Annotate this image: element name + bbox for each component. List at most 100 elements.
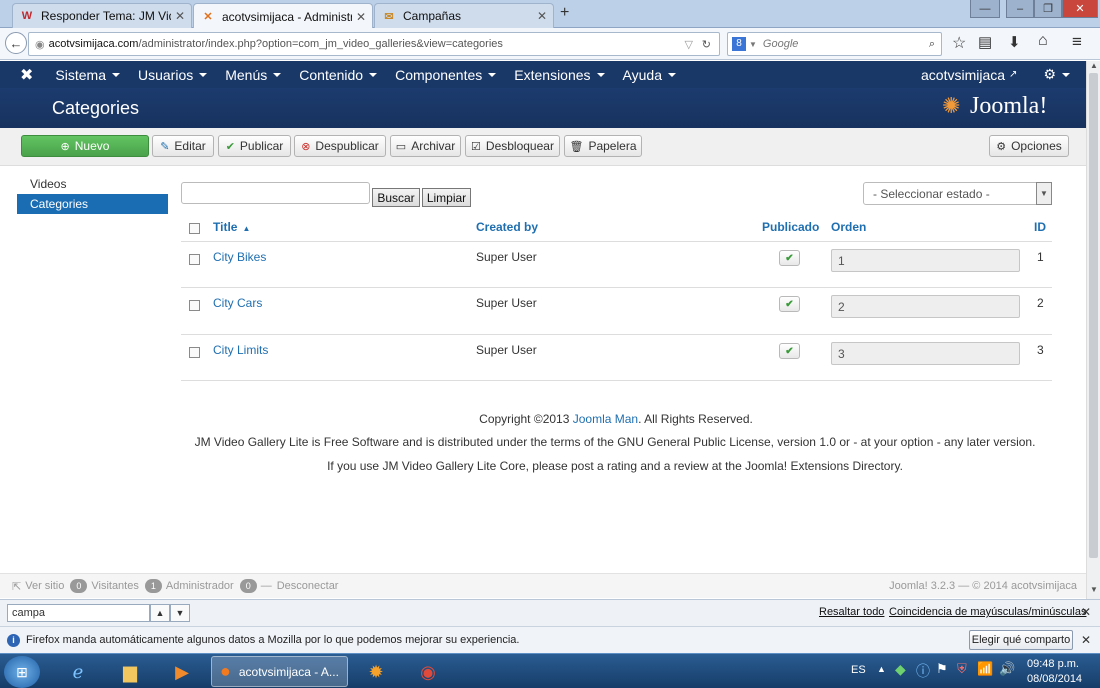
column-header-published[interactable]: Publicado <box>762 220 819 234</box>
menu-ayuda[interactable]: Ayuda <box>623 67 676 83</box>
match-case-toggle[interactable]: Coincidencia de mayúsculas/minúsculas <box>889 606 1086 618</box>
find-next-button[interactable]: ▼ <box>170 604 190 622</box>
clock-time[interactable]: 09:48 p.m. <box>1027 658 1079 670</box>
unpublish-button[interactable]: ⊗ Despublicar <box>294 135 386 157</box>
author-link[interactable]: Joomla Man <box>573 412 638 426</box>
start-button[interactable]: ⊞ <box>4 656 40 688</box>
scrollbar-thumb[interactable] <box>1089 73 1098 558</box>
back-icon[interactable]: ← <box>5 32 27 54</box>
search-input[interactable]: 8 ▼ Google ⌕ <box>727 32 942 56</box>
options-button[interactable]: ⚙ Opciones <box>989 135 1069 157</box>
minimize-button[interactable]: – <box>1006 0 1034 18</box>
tray-expand-icon[interactable]: ▲ <box>877 664 886 674</box>
media-player-icon[interactable]: ▶ <box>160 657 204 687</box>
tray-flag-icon[interactable]: ⚑ <box>936 661 948 677</box>
chevron-up-icon: ▲ <box>155 608 165 618</box>
bookmark-star-icon[interactable]: ☆ <box>952 33 966 53</box>
user-settings-menu[interactable]: ⚙ <box>1043 66 1070 83</box>
menu-contenido[interactable]: Contenido <box>299 67 378 83</box>
home-icon[interactable]: ⌂ <box>1038 32 1048 50</box>
column-header-order[interactable]: Orden <box>831 220 866 234</box>
row-checkbox[interactable] <box>189 254 200 265</box>
rating-line: If you use JM Video Gallery Lite Core, p… <box>327 459 903 473</box>
minimize-window-button[interactable]: — <box>970 0 1000 18</box>
folder-icon[interactable]: ▆ <box>108 657 152 687</box>
site-link[interactable]: acotvsimijaca ↗ <box>921 67 1017 83</box>
column-header-id[interactable]: ID <box>1034 220 1046 234</box>
maximize-button[interactable]: ❐ <box>1034 0 1062 18</box>
choose-share-button[interactable]: Elegir qué comparto <box>969 630 1073 650</box>
tray-network-icon[interactable]: ◆ <box>895 661 906 678</box>
search-button[interactable]: Buscar <box>372 188 420 207</box>
tray-info-icon[interactable]: ⓘ <box>916 661 930 681</box>
column-header-title[interactable]: Title ▲ <box>213 220 250 234</box>
publish-button[interactable]: ✔ Publicar <box>218 135 291 157</box>
menu-menus[interactable]: Menús <box>225 67 282 83</box>
external-link-icon: ⇱ <box>12 580 22 593</box>
sidebar-item-videos[interactable]: Videos <box>17 174 168 194</box>
volume-icon[interactable]: 🔊 <box>999 661 1015 677</box>
new-button[interactable]: ⊕ Nuevo <box>21 135 149 157</box>
notification-text: Firefox manda automáticamente algunos da… <box>26 634 520 646</box>
find-previous-button[interactable]: ▲ <box>150 604 170 622</box>
clear-button[interactable]: Limpiar <box>422 188 471 207</box>
browser-tab-3[interactable]: ✉ Campañas ✕ <box>374 3 554 28</box>
joomla-logo-icon[interactable]: ✖ <box>20 65 33 85</box>
row-title-link[interactable]: City Limits <box>213 343 268 357</box>
new-tab-button[interactable]: + <box>560 4 569 22</box>
search-input[interactable] <box>181 182 370 204</box>
published-toggle[interactable]: ✔ <box>779 343 800 359</box>
vertical-scrollbar[interactable]: ▲ ▼ <box>1086 61 1100 599</box>
row-title-link[interactable]: City Bikes <box>213 250 266 264</box>
browser-tab-1[interactable]: W Responder Tema: JM Video ... ✕ <box>12 3 192 28</box>
row-title-link[interactable]: City Cars <box>213 296 262 310</box>
bookmarks-icon[interactable]: ▤ <box>978 33 992 51</box>
url-bar[interactable]: ◉ acotvsimijaca.com/administrator/index.… <box>28 32 720 56</box>
browser-tab-2[interactable]: ✕ acotvsimijaca - Administra... ✕ <box>193 3 373 29</box>
unlock-button[interactable]: ☑ Desbloquear <box>465 135 560 157</box>
notification-bar: i Firefox manda automáticamente algunos … <box>0 626 1100 653</box>
menu-sistema[interactable]: Sistema <box>55 67 120 83</box>
chevron-down-icon[interactable]: ▼ <box>1036 182 1052 205</box>
menu-componentes[interactable]: Componentes <box>395 67 497 83</box>
dropdown-icon[interactable]: ▽ <box>685 38 693 51</box>
language-indicator[interactable]: ES <box>851 664 866 676</box>
find-input[interactable]: campa <box>7 604 150 622</box>
row-checkbox[interactable] <box>189 347 200 358</box>
ie-icon[interactable]: ℯ <box>56 657 100 687</box>
search-icon[interactable]: ⌕ <box>929 38 935 51</box>
taskbar-firefox-window[interactable]: ● acotvsimijaca - A... <box>211 656 348 687</box>
view-site-link[interactable]: Ver sitio <box>25 580 64 592</box>
select-all-checkbox[interactable] <box>189 223 200 234</box>
close-icon[interactable]: ✕ <box>1081 605 1091 619</box>
edit-button[interactable]: ✎ Editar <box>152 135 214 157</box>
trash-button[interactable]: 🗑 Papelera <box>564 135 642 157</box>
clock-date[interactable]: 08/08/2014 <box>1027 673 1082 685</box>
state-select[interactable]: - Seleccionar estado - ▼ <box>863 182 1052 205</box>
close-icon[interactable]: ✕ <box>175 9 185 23</box>
close-icon[interactable]: ✕ <box>537 9 547 23</box>
row-checkbox[interactable] <box>189 300 200 311</box>
signal-icon[interactable]: 📶 <box>977 661 993 677</box>
reload-icon[interactable]: ↻ <box>702 38 711 51</box>
menu-usuarios[interactable]: Usuarios <box>138 67 208 83</box>
caret-icon <box>369 72 378 77</box>
archive-button[interactable]: ▭ Archivar <box>390 135 461 157</box>
tray-security-icon[interactable]: ⛨ <box>957 661 967 677</box>
close-icon[interactable]: ✕ <box>1081 633 1091 647</box>
close-icon[interactable]: ✕ <box>356 10 366 24</box>
sidebar-item-categories[interactable]: Categories <box>17 194 168 214</box>
download-icon[interactable]: ⬇ <box>1008 33 1021 51</box>
app-icon[interactable]: ✹ <box>354 657 398 687</box>
column-header-created-by[interactable]: Created by <box>476 220 538 234</box>
chrome-icon[interactable]: ◉ <box>406 657 450 687</box>
published-toggle[interactable]: ✔ <box>779 250 800 266</box>
scroll-down-icon[interactable]: ▼ <box>1090 585 1098 594</box>
highlight-all-toggle[interactable]: Resaltar todo <box>819 606 884 618</box>
scroll-up-icon[interactable]: ▲ <box>1090 61 1098 70</box>
menu-icon[interactable]: ≡ <box>1072 32 1082 52</box>
logout-link[interactable]: Desconectar <box>277 580 339 592</box>
close-window-button[interactable]: ✕ <box>1062 0 1098 18</box>
published-toggle[interactable]: ✔ <box>779 296 800 312</box>
menu-extensiones[interactable]: Extensiones <box>514 67 605 83</box>
